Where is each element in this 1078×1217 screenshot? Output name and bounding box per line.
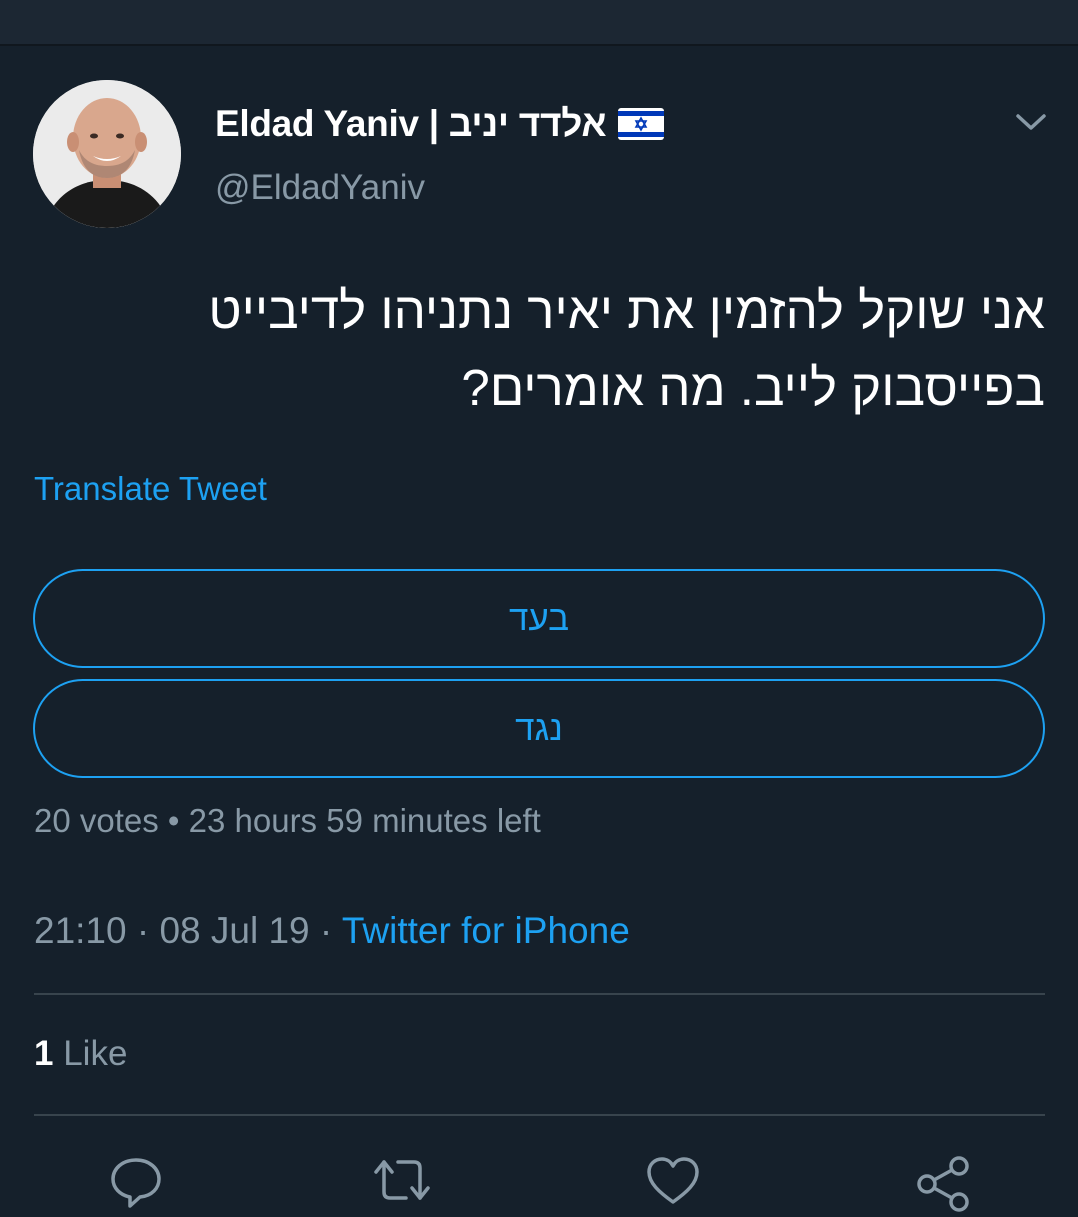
tweet-text-line: בפייסבוק לייב. מה אומרים? (461, 359, 1045, 416)
likes-count: 1 (34, 1034, 54, 1073)
tweet-text-line: אני שוקל להזמין את יאיר נתניהו לדיבייט (208, 282, 1045, 339)
author-name-row[interactable]: Eldad Yaniv | אלדד יניב (215, 98, 665, 150)
tweet-source-link[interactable]: Twitter for iPhone (342, 910, 630, 951)
author-handle[interactable]: @EldadYaniv (215, 168, 425, 208)
translate-tweet-link[interactable]: Translate Tweet (34, 470, 267, 508)
tweet-text: אני שוקל להזמין את יאיר נתניהו לדיבייט ב… (33, 272, 1045, 426)
profile-avatar[interactable] (33, 80, 181, 228)
divider (34, 1114, 1045, 1116)
avatar-image (33, 80, 181, 228)
poll-option-against[interactable]: נגד (33, 679, 1045, 778)
top-bar-divider (0, 44, 1078, 46)
chevron-down-icon[interactable] (1010, 104, 1052, 140)
likes-row[interactable]: 1 Like (34, 1034, 127, 1074)
poll-option-for[interactable]: בעד (33, 569, 1045, 668)
like-icon[interactable] (643, 1152, 703, 1212)
retweet-icon[interactable] (372, 1152, 432, 1212)
share-icon[interactable] (913, 1152, 973, 1212)
poll-info: 20 votes • 23 hours 59 minutes left (34, 802, 541, 839)
tweet-metadata: 21:10 · 08 Jul 19 · Twitter for iPhone (34, 910, 630, 952)
reply-icon[interactable] (106, 1152, 166, 1212)
author-display-name[interactable]: Eldad Yaniv | אלדד יניב (215, 103, 607, 145)
top-bar (0, 0, 1078, 44)
tweet-timestamp: 21:10 · 08 Jul 19 · (34, 910, 342, 951)
likes-label: Like (63, 1034, 128, 1073)
divider (34, 993, 1045, 995)
israel-flag-icon (618, 108, 665, 140)
